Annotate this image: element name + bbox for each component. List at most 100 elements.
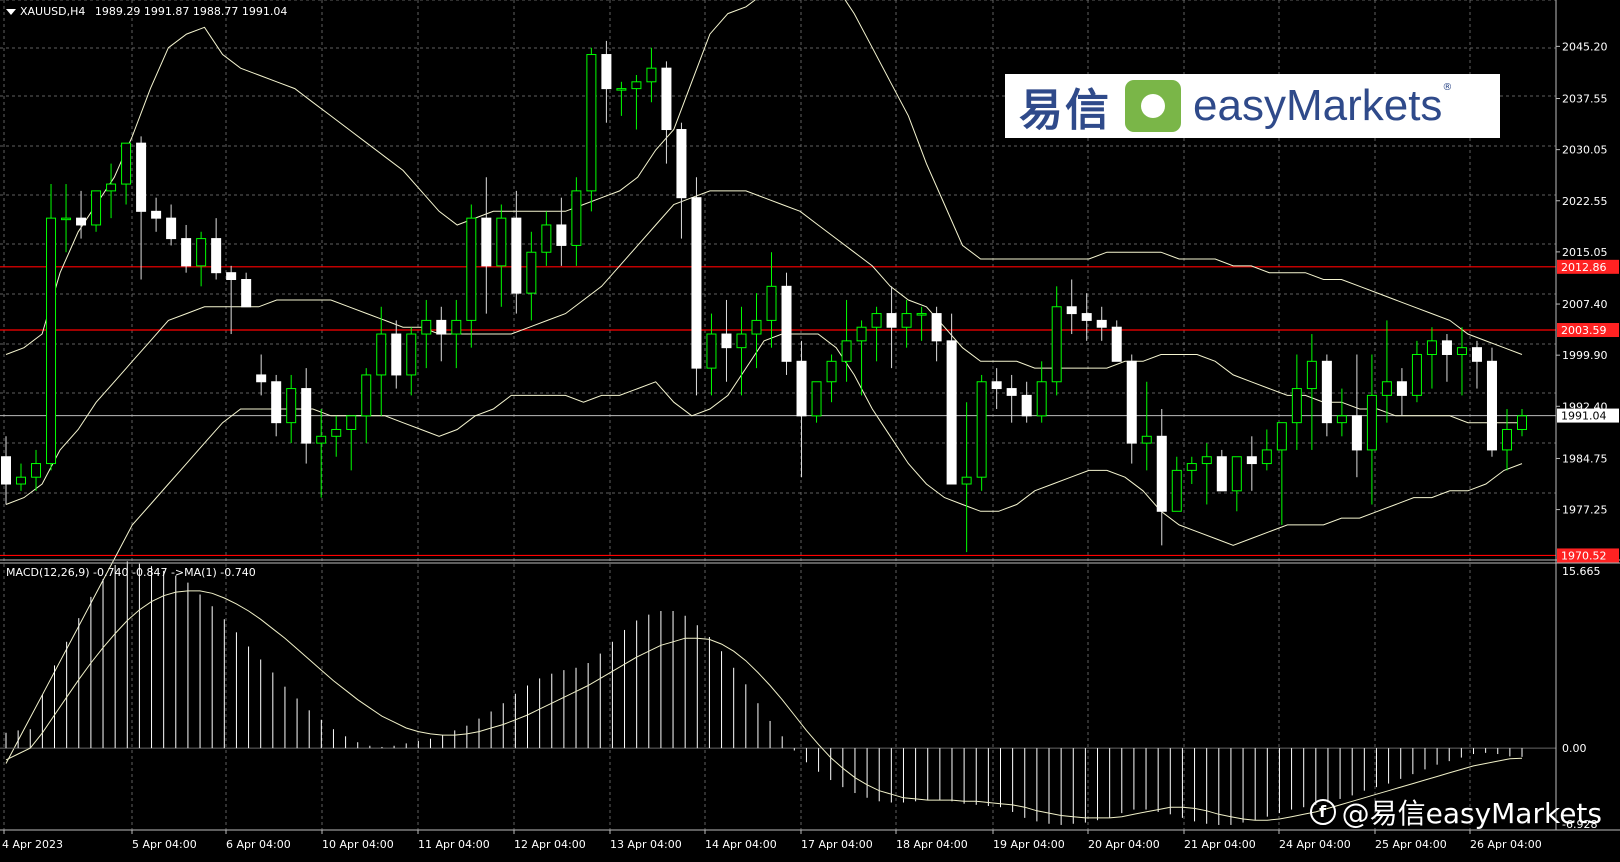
dropdown-triangle-icon[interactable] [6,9,16,15]
candle-bull [1366,394,1377,451]
candle-bull [316,435,327,444]
candle-bull [646,67,657,83]
candle-bull [1426,340,1437,355]
candle-bear [1471,347,1482,362]
candle-bull [1231,456,1242,492]
candle-bear [136,142,147,212]
x-tick-label: 21 Apr 04:00 [1184,838,1256,851]
candle-bull [1276,422,1287,451]
candle-bull [811,381,822,417]
candle-bull [1336,415,1347,424]
candle-bull [541,224,552,253]
candle-bull [346,415,357,430]
level-label: 2012.86 [1561,261,1607,274]
candle-bull [1201,456,1212,465]
candle-bull [361,374,372,417]
candle-bear [1441,340,1452,355]
candle-bear [1126,360,1137,444]
candle-bear [1066,306,1077,315]
candle-bear [241,279,252,308]
ohlc-high: 1991.87 [143,5,190,18]
candle-bull [736,333,747,349]
social-watermark: f @易信easyMarkets [1309,792,1602,832]
candle-bull [976,381,987,478]
macd-header: MACD(12,26,9) -0.740 -0.847 ->MA(1) -0.7… [6,566,256,579]
candle-bull [586,54,597,192]
candle-bear [1021,394,1032,417]
watermark-text: @易信easyMarkets [1341,797,1602,830]
candle-bull [571,190,582,246]
candle-bull [1261,449,1272,465]
y-tick-label: 2030.05 [1562,144,1608,157]
candle-bear [1321,360,1332,424]
candle-bull [406,333,417,376]
candle-bull [91,190,102,226]
candle-bull [1141,435,1152,444]
logo-chinese-text: 易信 [1019,85,1111,136]
candle-bull [706,333,717,369]
y-tick-label: 1999.90 [1562,349,1608,362]
candle-bear [481,217,492,267]
candle-bull [31,463,42,478]
candle-bull [856,326,867,342]
macd-y-tick-label: 15.665 [1562,565,1601,578]
candle-bear [1216,456,1227,492]
candle-bull [1516,415,1528,430]
x-tick-label: 14 Apr 04:00 [705,838,777,851]
candle-bull [616,88,627,91]
ohlc-low: 1988.77 [192,5,239,18]
candle-bear [676,129,687,199]
x-tick-label: 5 Apr 04:00 [132,838,197,851]
candle-bear [886,313,897,328]
candle-bull [466,217,477,321]
candle-bear [661,67,672,131]
candle-bull [901,313,912,328]
candle-bear [721,333,732,349]
candle-bull [106,183,117,192]
x-tick-label: 17 Apr 04:00 [801,838,873,851]
candle-bull [1036,381,1047,417]
x-tick-label: 18 Apr 04:00 [896,838,968,851]
y-tick-label: 1984.75 [1562,452,1608,465]
candle-bull [1186,463,1197,471]
x-tick-label: 19 Apr 04:00 [993,838,1065,851]
candle-bear [226,272,237,280]
candle-bear [256,374,267,383]
candle-bear [1396,381,1407,396]
level-label: 2003.59 [1561,324,1607,337]
symbol-label: XAUUSD,H4 [20,5,86,18]
candle-bear [781,285,792,362]
x-tick-label: 6 Apr 04:00 [226,838,291,851]
candle-bear [1096,319,1107,328]
macd-label: MACD(12,26,9) -0.740 -0.847 ->MA(1) -0.7… [6,566,256,579]
candle-bear [271,381,282,424]
ohlc-close: 1991.04 [241,5,288,18]
logo-registered-mark: ® [1442,82,1453,93]
candle-bear [1486,360,1497,451]
symbol-header[interactable]: XAUUSD,H4 1989.29 1991.87 1988.77 1991.0… [6,5,287,18]
candle-bear [1246,456,1257,465]
candle-bear [796,360,807,417]
candle-bull [451,319,462,335]
candle-bull [961,476,972,485]
x-tick-label: 11 Apr 04:00 [418,838,490,851]
candle-bull [46,217,57,465]
x-tick-label: 12 Apr 04:00 [514,838,586,851]
candle-bull [751,319,762,335]
ohlc-open: 1989.29 [94,5,141,18]
candle-bear [1156,435,1167,512]
x-tick-label: 10 Apr 04:00 [322,838,394,851]
candle-bear [991,381,1002,390]
candle-bull [421,319,432,335]
candle-bull [376,333,387,376]
candle-bull [61,217,72,221]
candle-bear [76,217,87,226]
x-tick-label: 24 Apr 04:00 [1279,838,1351,851]
candle-bull [631,81,642,90]
y-tick-label: 1977.25 [1562,504,1608,517]
candle-bear [601,54,612,90]
easymarkets-logo: 易信 easyMarkets ® [1005,74,1500,138]
x-tick-label: 26 Apr 04:00 [1470,838,1542,851]
candle-bear [511,217,522,294]
x-tick-label: 4 Apr 2023 [2,838,63,851]
